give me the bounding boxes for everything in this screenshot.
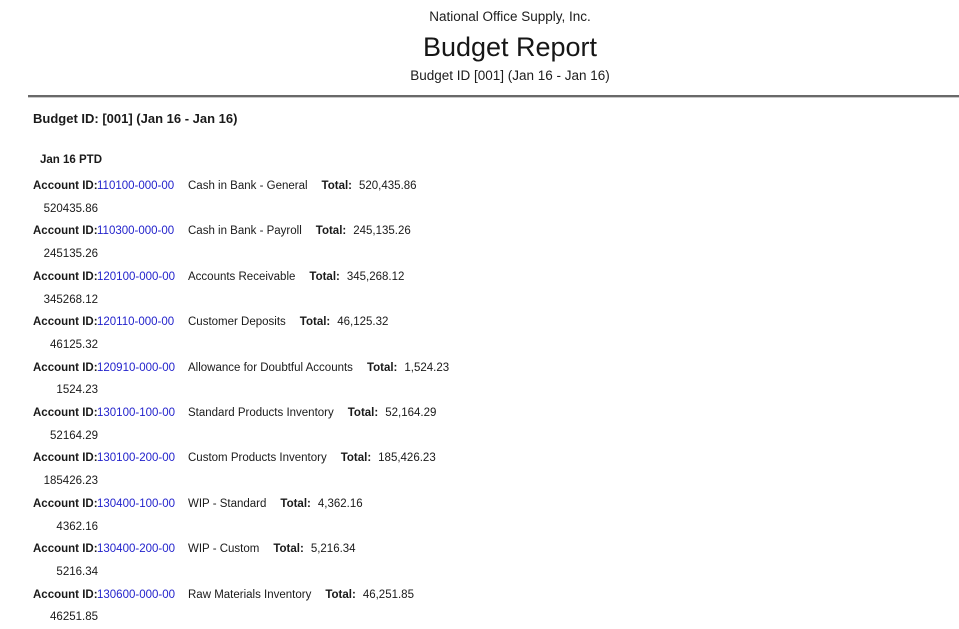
ptd-value: 4362.16 [33,516,98,539]
account-id-link[interactable]: 130600-000-00 [97,584,188,607]
period-label: Jan 16 PTD [40,153,959,167]
account-description: Raw Materials Inventory [188,589,311,601]
total-label: Total: [322,180,352,192]
account-id-label: Account ID: [33,175,97,198]
total-value: 5,216.34 [311,543,356,555]
account-entry: Account ID:130400-100-00WIP - Standard To… [0,493,959,538]
account-description: Cash in Bank - Payroll [188,225,302,237]
report-title: Budget Report [61,32,959,62]
account-id-label: Account ID: [33,584,97,607]
account-description: Accounts Receivable [188,271,295,283]
account-id-label: Account ID: [33,357,97,380]
ptd-value: 185426.23 [33,470,98,493]
ptd-value: 5216.34 [33,561,98,584]
report-subtitle: Budget ID [001] (Jan 16 - Jan 16) [61,68,959,84]
total-label: Total: [309,271,339,283]
account-id-link[interactable]: 130100-100-00 [97,402,188,425]
account-id-link[interactable]: 120910-000-00 [97,357,188,380]
total-label: Total: [367,362,397,374]
total-label: Total: [348,407,378,419]
account-entry: Account ID:130100-100-00Standard Product… [0,402,959,447]
account-description: Cash in Bank - General [188,180,308,192]
account-entry: Account ID:130600-000-00Raw Materials In… [0,584,959,629]
total-value: 185,426.23 [378,452,436,464]
account-id-link[interactable]: 110300-000-00 [97,220,188,243]
ptd-line: 46251.85 [0,606,959,629]
account-id-label: Account ID: [33,402,97,425]
account-entry: Account ID:110100-000-00Cash in Bank - G… [0,175,959,220]
ptd-value: 46125.32 [33,334,98,357]
total-value: 52,164.29 [385,407,436,419]
total-label: Total: [325,589,355,601]
total-label: Total: [280,498,310,510]
account-description: Standard Products Inventory [188,407,334,419]
ptd-line: 245135.26 [0,243,959,266]
account-line: Account ID:130100-200-00Custom Products … [0,447,959,470]
ptd-value: 520435.86 [33,198,98,221]
total-value: 46,251.85 [363,589,414,601]
ptd-value: 52164.29 [33,425,98,448]
report-header: National Office Supply, Inc. Budget Repo… [0,0,959,84]
ptd-value: 46251.85 [33,606,98,629]
account-description: WIP - Standard [188,498,266,510]
ptd-value: 1524.23 [33,379,98,402]
account-id-link[interactable]: 110100-000-00 [97,175,188,198]
account-entry: Account ID:130400-200-00WIP - Custom Tota… [0,538,959,583]
account-id-label: Account ID: [33,220,97,243]
account-id-link[interactable]: 130100-200-00 [97,447,188,470]
account-id-label: Account ID: [33,493,97,516]
account-line: Account ID:120100-000-00Accounts Receiva… [0,266,959,289]
total-label: Total: [341,452,371,464]
ptd-line: 4362.16 [0,516,959,539]
total-value: 345,268.12 [347,271,405,283]
account-entry: Account ID:130100-200-00Custom Products … [0,447,959,492]
account-line: Account ID:130400-200-00WIP - Custom Tota… [0,538,959,561]
account-id-label: Account ID: [33,538,97,561]
account-description: Custom Products Inventory [188,452,327,464]
ptd-line: 345268.12 [0,289,959,312]
account-entry: Account ID:120110-000-00Customer Deposit… [0,311,959,356]
account-line: Account ID:130100-100-00Standard Product… [0,402,959,425]
accounts-list: Account ID:110100-000-00Cash in Bank - G… [0,175,959,629]
ptd-line: 5216.34 [0,561,959,584]
account-id-link[interactable]: 120110-000-00 [97,311,188,334]
account-line: Account ID:130600-000-00Raw Materials In… [0,584,959,607]
total-value: 1,524.23 [404,362,449,374]
account-line: Account ID:110300-000-00Cash in Bank - P… [0,220,959,243]
ptd-line: 520435.86 [0,198,959,221]
account-line: Account ID:120910-000-00Allowance for Do… [0,357,959,380]
account-entry: Account ID:120910-000-00Allowance for Do… [0,357,959,402]
ptd-value: 245135.26 [33,243,98,266]
total-label: Total: [273,543,303,555]
header-divider [28,95,959,98]
ptd-line: 52164.29 [0,425,959,448]
ptd-line: 46125.32 [0,334,959,357]
account-id-label: Account ID: [33,266,97,289]
ptd-value: 345268.12 [33,289,98,312]
section-title: Budget ID: [001] (Jan 16 - Jan 16) [33,111,959,127]
account-id-link[interactable]: 120100-000-00 [97,266,188,289]
ptd-line: 1524.23 [0,379,959,402]
total-label: Total: [316,225,346,237]
account-description: Allowance for Doubtful Accounts [188,362,353,374]
account-line: Account ID:130400-100-00WIP - Standard To… [0,493,959,516]
account-entry: Account ID:110300-000-00Cash in Bank - P… [0,220,959,265]
ptd-line: 185426.23 [0,470,959,493]
account-entry: Account ID:120100-000-00Accounts Receiva… [0,266,959,311]
total-value: 46,125.32 [337,316,388,328]
total-value: 4,362.16 [318,498,363,510]
account-line: Account ID:120110-000-00Customer Deposit… [0,311,959,334]
total-value: 245,135.26 [353,225,411,237]
account-id-link[interactable]: 130400-200-00 [97,538,188,561]
account-line: Account ID:110100-000-00Cash in Bank - G… [0,175,959,198]
total-value: 520,435.86 [359,180,417,192]
total-label: Total: [300,316,330,328]
account-id-label: Account ID: [33,447,97,470]
account-description: Customer Deposits [188,316,286,328]
account-id-label: Account ID: [33,311,97,334]
account-description: WIP - Custom [188,543,259,555]
account-id-link[interactable]: 130400-100-00 [97,493,188,516]
company-name: National Office Supply, Inc. [61,9,959,25]
budget-report-page: National Office Supply, Inc. Budget Repo… [0,0,959,629]
